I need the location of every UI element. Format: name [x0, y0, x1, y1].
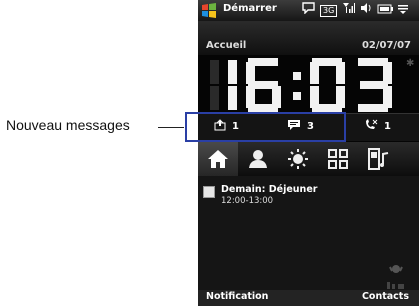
callout-label: Nouveau messages [6, 117, 130, 133]
missed-calls-counter[interactable]: 1 [364, 119, 391, 134]
chat-bubble-icon[interactable] [302, 2, 315, 19]
new-messages-highlight [185, 112, 346, 142]
tab-bar [198, 142, 419, 176]
signal-icon[interactable] [342, 2, 356, 19]
person-icon [249, 150, 267, 168]
home-icon [208, 150, 228, 168]
tab-contacts[interactable] [238, 142, 278, 176]
windows-logo-icon[interactable] [201, 3, 217, 18]
media-icon [368, 148, 389, 170]
status-icons: 3G [302, 2, 409, 19]
speaker-icon[interactable] [360, 2, 372, 19]
sun-icon [288, 149, 308, 169]
tab-media[interactable] [358, 142, 398, 176]
softkey-contacts[interactable]: Contacts [362, 291, 409, 302]
tab-programs[interactable] [318, 142, 358, 176]
menu-icon[interactable] [398, 2, 409, 19]
tab-weather[interactable] [278, 142, 318, 176]
missed-call-icon [364, 119, 378, 134]
appointment-time: 12:00-13:00 [221, 196, 274, 206]
softkey-notification[interactable]: Notification [206, 291, 268, 302]
alarm-icon[interactable]: ✱ [406, 58, 414, 69]
htc-logo-icon [387, 265, 404, 289]
3g-icon: 3G [320, 4, 338, 17]
start-menu-label[interactable]: Démarrer [223, 3, 277, 14]
callout-leader-line [158, 127, 184, 128]
missed-calls-count: 1 [384, 121, 391, 132]
home-date: 02/07/07 [361, 40, 411, 51]
appointment-title[interactable]: Demain: Déjeuner [221, 184, 317, 195]
tab-home[interactable] [198, 142, 238, 176]
clock-display[interactable] [208, 56, 398, 114]
home-title: Accueil [206, 40, 247, 51]
grid-icon [328, 149, 348, 169]
battery-icon[interactable] [377, 2, 394, 19]
calendar-icon [203, 186, 215, 198]
